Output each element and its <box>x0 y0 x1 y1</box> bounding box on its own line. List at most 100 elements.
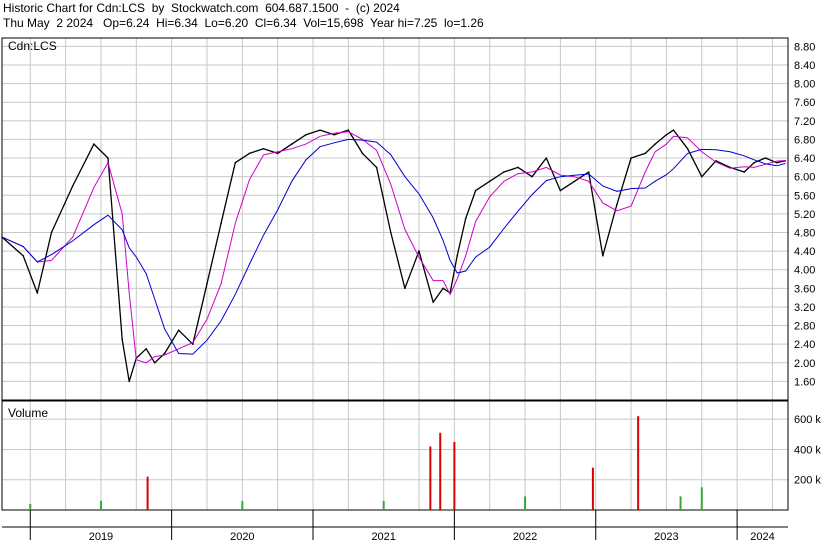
price-point <box>665 133 668 136</box>
price-point <box>389 231 392 234</box>
price-tick-label: 6.40 <box>794 153 815 165</box>
price-point <box>517 166 519 169</box>
price-point <box>545 157 548 159</box>
price-point <box>456 254 459 257</box>
volume-tick-label: 600 k <box>794 414 821 426</box>
price-tick-label: 8.80 <box>794 41 815 53</box>
volume-bar <box>679 496 682 510</box>
volume-bar <box>700 487 703 510</box>
price-point <box>503 171 505 173</box>
price-point <box>50 231 53 234</box>
price-tick-label: 7.60 <box>794 97 815 109</box>
price-point <box>192 343 194 345</box>
price-point <box>291 143 293 145</box>
price-point <box>531 175 533 178</box>
stock-chart: Cdn:LCS Volume 8.80 8.40 8.00 7.60 7.20 6.80 6… <box>1 37 821 543</box>
price-point <box>654 143 656 145</box>
price-point <box>559 189 562 192</box>
volume-bars <box>29 416 703 510</box>
short-moving-average-line <box>1 131 786 364</box>
price-point <box>361 152 364 155</box>
price-point <box>488 180 491 183</box>
price-point <box>464 217 467 220</box>
volume-tick-label: 200 k <box>794 475 821 487</box>
price-panel-label: Cdn:LCS <box>8 39 57 53</box>
price-point <box>128 380 131 383</box>
price-point <box>333 133 336 136</box>
volume-bar <box>637 416 640 510</box>
price-point <box>404 287 406 290</box>
price-point <box>474 189 477 192</box>
price-point <box>220 222 222 224</box>
year-label: 2023 <box>654 531 678 543</box>
price-point <box>107 157 109 159</box>
volume-bar <box>591 467 594 510</box>
price-point <box>177 329 180 332</box>
price-tick-label: 3.60 <box>794 283 815 295</box>
price-point <box>276 152 279 155</box>
price-point <box>616 203 618 206</box>
volume-bar <box>453 441 456 510</box>
price-point <box>305 133 307 136</box>
price-point <box>121 338 123 341</box>
year-label: 2024 <box>750 531 774 543</box>
volume-bar <box>429 446 432 510</box>
price-point <box>248 152 251 155</box>
price-point <box>418 250 420 252</box>
price-point <box>22 254 25 257</box>
price-tick-label: 6.00 <box>794 172 815 184</box>
price-point <box>71 185 74 187</box>
price-point <box>93 143 95 145</box>
price-point <box>347 129 350 131</box>
price-point <box>587 171 590 173</box>
time-axis: 2019 2020 2021 2022 2023 2024 <box>2 510 788 543</box>
grid <box>2 38 788 510</box>
price-point <box>672 129 675 131</box>
price-tick-label: 4.00 <box>794 265 815 277</box>
price-tick-label: 4.80 <box>794 227 815 239</box>
price-point <box>262 147 265 150</box>
year-label: 2021 <box>371 531 395 543</box>
price-panel-frame <box>1 37 789 401</box>
price-point <box>163 352 166 355</box>
volume-bar <box>29 503 32 510</box>
price-tick-label: 2.00 <box>794 358 815 370</box>
price-axis: 8.80 8.40 8.00 7.60 7.20 6.80 6.40 6.00 5.60 5.20… <box>794 41 815 388</box>
price-point <box>764 157 767 159</box>
price-tick-label: 6.80 <box>794 134 815 146</box>
moving-averages <box>1 131 786 364</box>
price-tick-label: 1.60 <box>794 376 815 388</box>
price-tick-label: 7.20 <box>794 116 815 128</box>
price-point <box>630 157 632 159</box>
volume-panel-label: Volume <box>8 406 48 420</box>
price-tick-label: 5.60 <box>794 190 815 202</box>
price-point <box>700 175 703 178</box>
volume-bar <box>146 476 149 510</box>
year-label: 2022 <box>513 531 537 543</box>
volume-bar <box>241 500 244 510</box>
volume-panel-frame <box>1 400 789 511</box>
price-point <box>743 171 745 173</box>
year-label: 2020 <box>230 531 254 543</box>
price-point <box>442 287 444 290</box>
price-point <box>644 152 647 155</box>
price-point <box>153 361 156 364</box>
price-point <box>234 161 237 164</box>
price-tick-label: 3.20 <box>794 302 815 314</box>
volume-bar <box>439 432 442 510</box>
price-point <box>375 166 378 169</box>
price-point <box>753 161 755 164</box>
volume-bar <box>99 500 102 510</box>
volume-axis: 600 k 400 k 200 k <box>794 414 821 487</box>
price-tick-label: 8.40 <box>794 60 815 72</box>
price-point <box>319 129 321 131</box>
price-tick-label: 5.20 <box>794 209 815 221</box>
volume-bar <box>382 500 385 510</box>
price-point <box>36 292 39 294</box>
price-point <box>686 147 689 150</box>
price-point <box>206 282 208 285</box>
year-label: 2019 <box>89 531 113 543</box>
price-tick-label: 8.00 <box>794 79 815 91</box>
price-point <box>145 348 147 350</box>
long-moving-average-line <box>1 138 786 355</box>
